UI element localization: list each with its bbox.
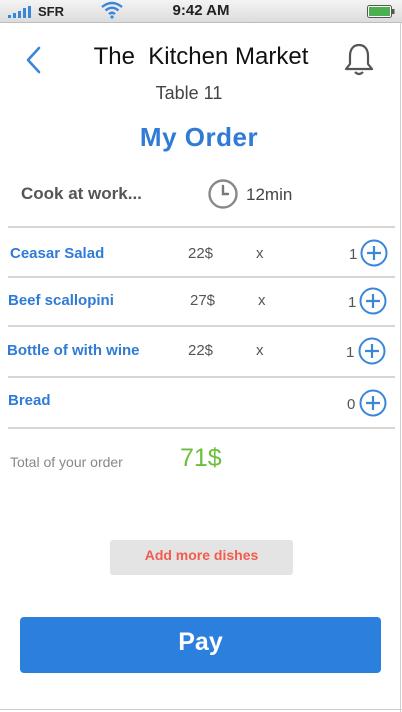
item-quantity: 1 [346,344,355,361]
clock-icon [208,179,238,209]
eta-label: 12min [246,185,293,204]
item-price: 22$ [188,245,214,262]
plus-circle-icon[interactable] [360,239,388,267]
item-quantity: 1 [349,246,358,263]
plus-circle-icon[interactable] [358,337,386,365]
item-times: x [256,245,264,262]
item-quantity: 1 [348,294,357,311]
table-label: Table 11 [155,83,223,103]
item-times: x [258,292,266,309]
item-name: Ceasar Salad [10,245,105,262]
pay-button[interactable]: Pay [20,617,381,673]
divider [8,376,395,378]
frame-edge [400,22,401,712]
add-more-dishes-button[interactable]: Add more dishes [110,540,293,575]
plus-circle-icon[interactable] [359,389,387,417]
divider [8,276,395,278]
item-quantity: 0 [347,396,356,413]
total-label: Total of your order [10,454,123,470]
item-name: Beef scallopini [8,292,114,309]
plus-circle-icon[interactable] [359,287,387,315]
divider [8,427,395,429]
frame-edge [0,709,402,710]
divider [8,226,395,228]
item-price: 27$ [190,292,216,309]
restaurant-title: The Kitchen Market [93,43,309,70]
order-status-text: Cook at work... [21,184,142,203]
item-name: Bread [8,392,51,409]
bell-icon[interactable] [343,42,375,78]
status-time: 9:42 AM [172,2,230,19]
status-bar: SFR 9:42 AM [0,0,402,23]
item-times: x [256,342,264,359]
item-name: Bottle of with wine [7,342,140,359]
page-title: My Order [139,122,259,152]
item-price: 22$ [188,342,214,359]
divider [8,325,395,327]
battery-icon [367,5,395,18]
total-value: 71$ [180,444,222,472]
